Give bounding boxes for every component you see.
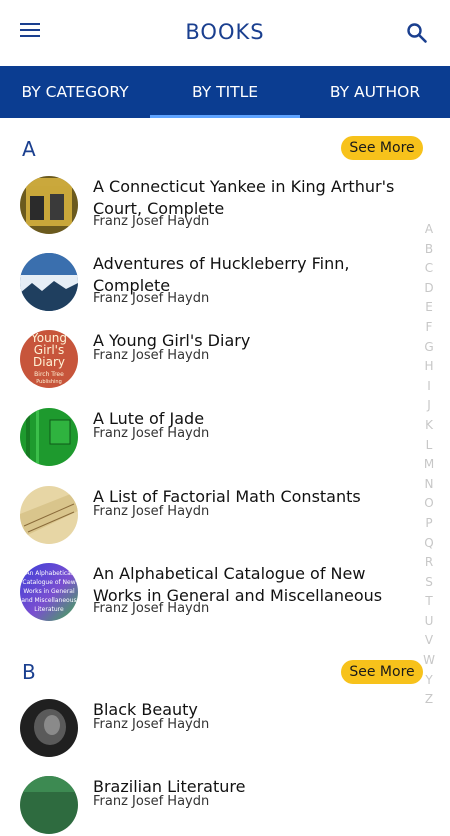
- index-letter-t[interactable]: T: [418, 592, 440, 612]
- index-letter-z[interactable]: Z: [418, 690, 440, 710]
- cover-text: and Miscellaneous: [21, 597, 76, 604]
- book-author: Franz Josef Haydn: [93, 348, 210, 363]
- index-letter-h[interactable]: H: [418, 357, 440, 377]
- book-author: Franz Josef Haydn: [93, 504, 210, 519]
- cover-text: Publishing: [36, 379, 62, 385]
- book-author: Franz Josef Haydn: [93, 291, 210, 306]
- book-author: Franz Josef Haydn: [93, 601, 210, 616]
- index-letter-n[interactable]: N: [418, 475, 440, 495]
- index-letter-w[interactable]: W: [418, 651, 440, 671]
- book-list-item[interactable]: Adventures of Huckleberry Finn, Complete…: [20, 253, 410, 313]
- index-letter-s[interactable]: S: [418, 573, 440, 593]
- book-list-item[interactable]: Black Beauty Franz Josef Haydn: [20, 699, 410, 759]
- book-cover-thumbnail: An Alphabetical Catalogue of New Works i…: [20, 563, 78, 621]
- tab-by-author[interactable]: BY AUTHOR: [300, 66, 450, 118]
- page-title: BOOKS: [185, 20, 265, 44]
- book-author: Franz Josef Haydn: [93, 717, 210, 732]
- tab-by-title[interactable]: BY TITLE: [150, 66, 300, 118]
- cover-text: Catalogue of New: [22, 579, 75, 586]
- index-letter-k[interactable]: K: [418, 416, 440, 436]
- app-header: BOOKS: [0, 0, 450, 66]
- index-letter-v[interactable]: V: [418, 631, 440, 651]
- tab-by-category[interactable]: BY CATEGORY: [0, 66, 150, 118]
- book-cover-thumbnail: [20, 776, 78, 834]
- index-letter-l[interactable]: L: [418, 436, 440, 456]
- book-author: Franz Josef Haydn: [93, 426, 210, 441]
- index-letter-r[interactable]: R: [418, 553, 440, 573]
- book-list-item[interactable]: A Connecticut Yankee in King Arthur's Co…: [20, 176, 410, 236]
- index-letter-a[interactable]: A: [418, 220, 440, 240]
- book-list-item[interactable]: Brazilian Literature Franz Josef Haydn: [20, 776, 410, 836]
- book-cover-thumbnail: [20, 486, 78, 544]
- book-cover-thumbnail: [20, 408, 78, 466]
- book-cover-thumbnail: Young Girl's Diary Birch Tree Publishing: [20, 330, 78, 388]
- book-list-item[interactable]: A Lute of Jade Franz Josef Haydn: [20, 408, 410, 468]
- alphabet-index: A B C D E F G H I J K L M N O P Q R S T …: [418, 220, 440, 710]
- index-letter-f[interactable]: F: [418, 318, 440, 338]
- book-list-item[interactable]: A List of Factorial Math Constants Franz…: [20, 486, 410, 546]
- search-icon[interactable]: [406, 22, 428, 44]
- tab-bar: BY CATEGORY BY TITLE BY AUTHOR: [0, 66, 450, 118]
- book-cover-thumbnail: [20, 176, 78, 234]
- cover-text: Birch Tree: [34, 371, 64, 378]
- index-letter-d[interactable]: D: [418, 279, 440, 299]
- see-more-button-b[interactable]: See More: [341, 660, 423, 684]
- section-header-a: A: [22, 137, 36, 161]
- book-cover-thumbnail: [20, 253, 78, 311]
- index-letter-o[interactable]: O: [418, 494, 440, 514]
- book-list-item[interactable]: Young Girl's Diary Birch Tree Publishing…: [20, 330, 410, 390]
- index-letter-j[interactable]: J: [418, 396, 440, 416]
- index-letter-e[interactable]: E: [418, 298, 440, 318]
- cover-text: An Alphabetical: [25, 570, 72, 577]
- index-letter-y[interactable]: Y: [418, 671, 440, 691]
- index-letter-q[interactable]: Q: [418, 534, 440, 554]
- cover-text: Literature: [34, 606, 64, 613]
- book-author: Franz Josef Haydn: [93, 794, 210, 809]
- cover-text: Works in General: [23, 588, 75, 595]
- index-letter-u[interactable]: U: [418, 612, 440, 632]
- section-header-b: B: [22, 660, 36, 684]
- index-letter-c[interactable]: C: [418, 259, 440, 279]
- index-letter-i[interactable]: I: [418, 377, 440, 397]
- book-cover-thumbnail: [20, 699, 78, 757]
- index-letter-m[interactable]: M: [418, 455, 440, 475]
- index-letter-b[interactable]: B: [418, 240, 440, 260]
- index-letter-g[interactable]: G: [418, 338, 440, 358]
- book-list-item[interactable]: An Alphabetical Catalogue of New Works i…: [20, 563, 410, 623]
- cover-text: Diary: [33, 355, 65, 369]
- book-author: Franz Josef Haydn: [93, 214, 210, 229]
- index-letter-p[interactable]: P: [418, 514, 440, 534]
- see-more-button-a[interactable]: See More: [341, 136, 423, 160]
